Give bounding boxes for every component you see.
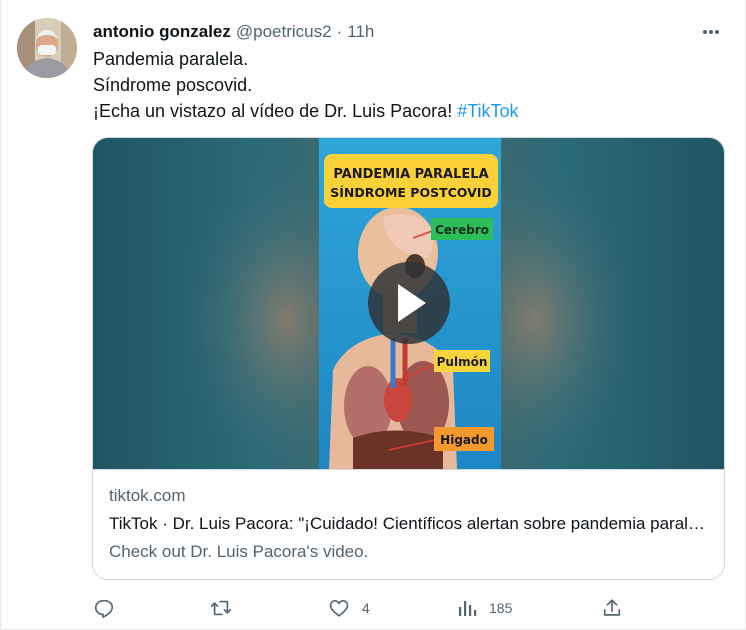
more-options-button[interactable]: [699, 20, 723, 44]
more-icon: [703, 30, 719, 34]
separator-dot: ·: [336, 22, 343, 41]
views-count: 185: [489, 600, 513, 616]
play-icon[interactable]: [368, 262, 450, 344]
card-description: Check out Dr. Luis Pacora's video.: [109, 542, 369, 561]
card-info[interactable]: tiktok.com TikTok · Dr. Luis Pacora: "¡C…: [93, 469, 724, 579]
share-icon: [603, 599, 621, 616]
retweet-button[interactable]: [209, 594, 245, 622]
tweet-article[interactable]: antonio gonzalez @poetricus2 · 11h Pande…: [0, 0, 746, 630]
tweet-text-line-3: ¡Echa un vistazo al vídeo de Dr. Luis Pa…: [93, 98, 713, 124]
tweet-text-line-1: Pandemia paralela.: [93, 49, 249, 69]
banner-line-2: SÍNDROME POSTCOVID: [330, 185, 492, 200]
author-handle[interactable]: @poetricus2: [236, 22, 332, 42]
reply-button[interactable]: [93, 594, 127, 622]
banner-line-1: PANDEMIA PARALELA: [333, 167, 488, 182]
label-cerebro: Cerebro: [435, 223, 489, 237]
tweet-text-line-2: Síndrome poscovid.: [93, 75, 253, 95]
retweet-icon: [210, 600, 232, 616]
reply-icon: [94, 599, 114, 618]
link-card[interactable]: PANDEMIA PARALELA SÍNDROME POSTCOVID Cer…: [92, 137, 725, 580]
label-pulmon: Pulmón: [437, 355, 488, 369]
share-button[interactable]: [601, 594, 623, 622]
views-button[interactable]: 185: [457, 594, 512, 622]
card-title: TikTok · Dr. Luis Pacora: "¡Cuidado! Cie…: [109, 514, 714, 533]
views-icon: [459, 601, 477, 616]
timestamp[interactable]: 11h: [347, 22, 374, 42]
video-thumbnail[interactable]: PANDEMIA PARALELA SÍNDROME POSTCOVID Cer…: [93, 138, 724, 469]
avatar-photo: [17, 18, 77, 78]
action-bar: 4 185: [93, 594, 633, 622]
like-button[interactable]: 4: [328, 594, 370, 622]
tweet-text-line-3-prefix: ¡Echa un vistazo al vídeo de Dr. Luis Pa…: [93, 101, 458, 121]
like-icon: [329, 600, 349, 617]
tweet-header: antonio gonzalez @poetricus2 · 11h: [93, 20, 685, 44]
label-higado: Higado: [440, 433, 488, 447]
hashtag-link[interactable]: #TikTok: [457, 101, 518, 121]
like-count: 4: [362, 600, 370, 616]
avatar[interactable]: [17, 18, 77, 78]
author-name[interactable]: antonio gonzalez: [93, 22, 231, 42]
card-domain: tiktok.com: [109, 486, 186, 505]
tweet-text: Pandemia paralela. Síndrome poscovid. ¡E…: [93, 46, 713, 124]
video-thumbnail-image: PANDEMIA PARALELA SÍNDROME POSTCOVID Cer…: [93, 138, 724, 469]
